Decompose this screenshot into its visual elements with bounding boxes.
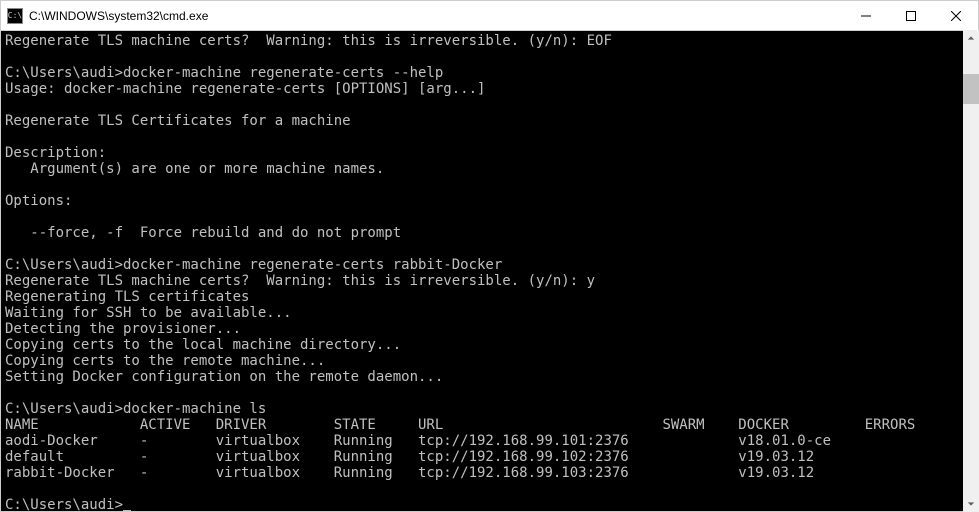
- scroll-down-arrow[interactable]: [963, 496, 979, 512]
- scroll-up-arrow[interactable]: [963, 30, 979, 46]
- window-title: C:\WINDOWS\system32\cmd.exe: [29, 9, 843, 23]
- minimize-button[interactable]: [843, 1, 888, 30]
- vertical-scrollbar[interactable]: [963, 30, 979, 512]
- cmd-icon: C:\: [7, 8, 23, 24]
- maximize-button[interactable]: [888, 1, 933, 30]
- terminal-cursor: [123, 510, 131, 511]
- scrollbar-thumb[interactable]: [963, 74, 979, 104]
- close-button[interactable]: [933, 1, 978, 30]
- terminal-output[interactable]: Regenerate TLS machine certs? Warning: t…: [1, 31, 978, 511]
- window-titlebar: C:\ C:\WINDOWS\system32\cmd.exe: [1, 1, 978, 31]
- scrollbar-track[interactable]: [963, 46, 979, 496]
